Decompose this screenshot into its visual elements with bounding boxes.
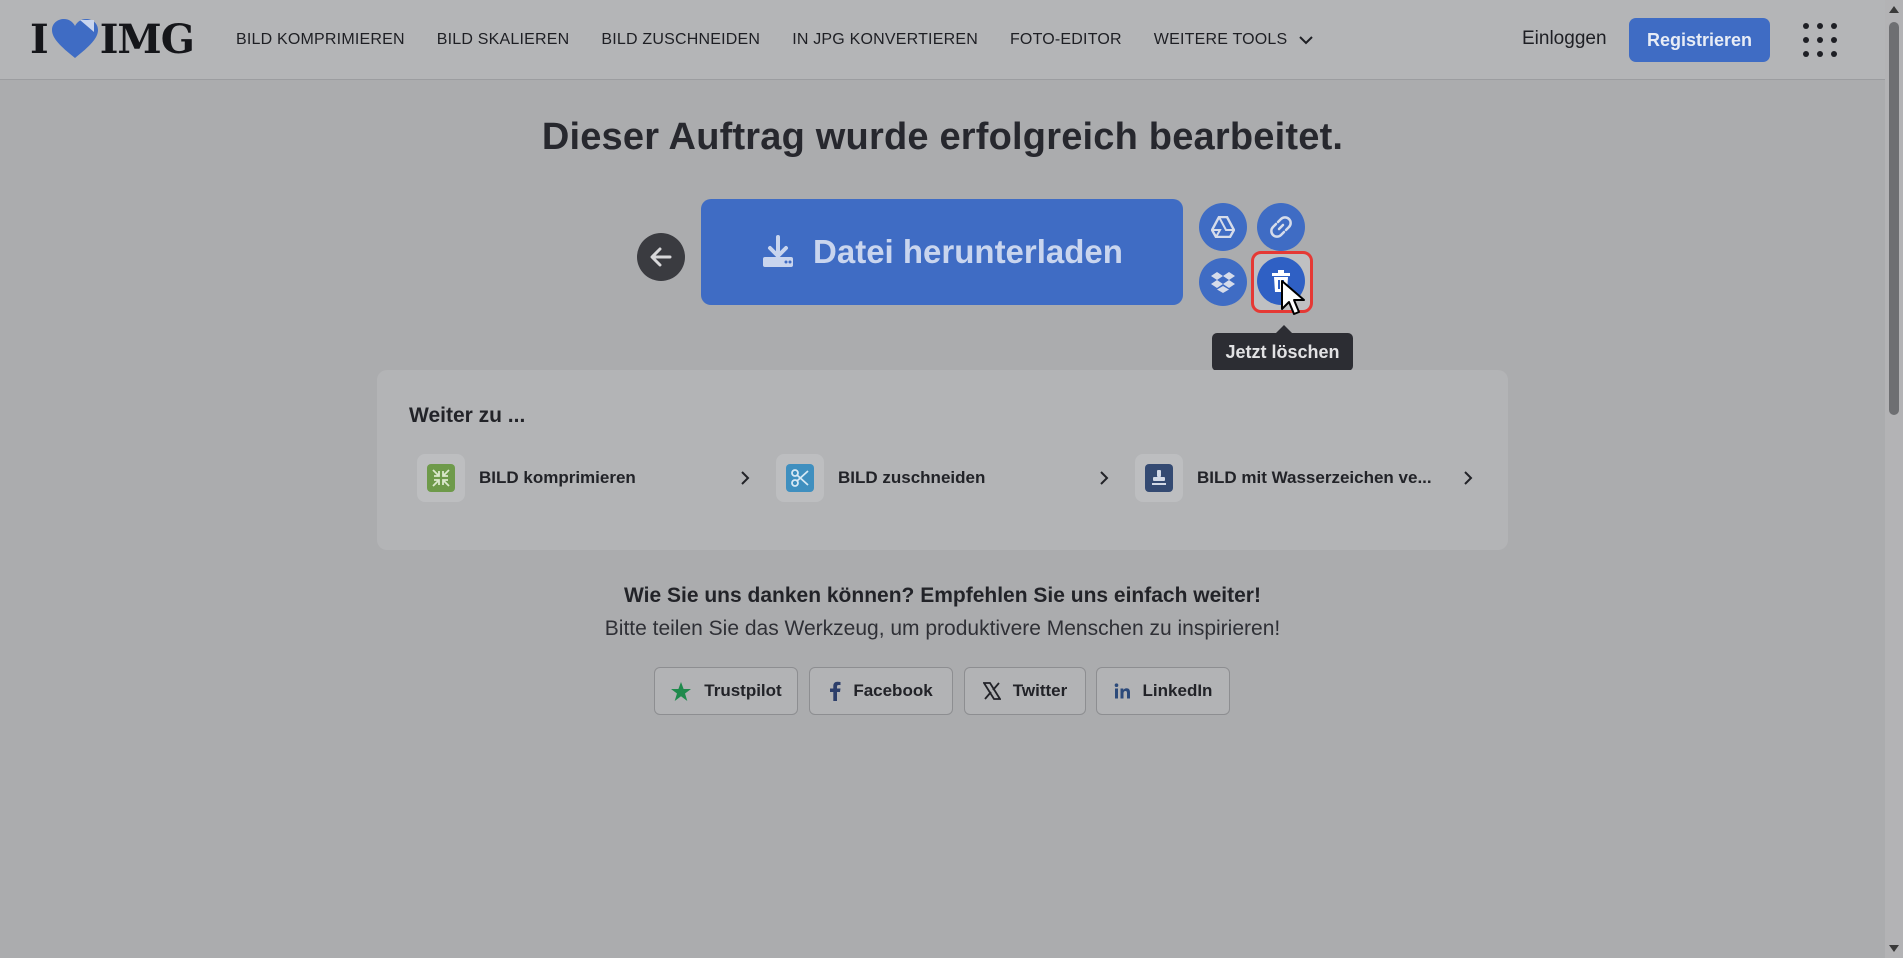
logo-text-img: IMG (99, 15, 195, 63)
trustpilot-button[interactable]: Trustpilot (654, 667, 798, 715)
download-icon (763, 235, 794, 267)
copy-link-button[interactable] (1257, 203, 1305, 251)
nav-more-tools[interactable]: WEITERE TOOLS (1154, 31, 1314, 49)
linkedin-button[interactable]: LinkedIn (1096, 667, 1230, 715)
main-nav: BILD KOMPRIMIEREN BILD SKALIEREN BILD ZU… (236, 0, 1345, 80)
nav-compress[interactable]: BILD KOMPRIMIEREN (236, 31, 405, 49)
nav-convert-jpg[interactable]: IN JPG KONVERTIEREN (792, 31, 978, 49)
heart-icon (51, 19, 98, 58)
apps-grid-icon[interactable] (1803, 23, 1837, 57)
back-button[interactable] (637, 233, 685, 281)
chevron-right-icon (1464, 471, 1473, 485)
continue-item-watermark[interactable]: BILD mit Wasserzeichen ve... (1135, 452, 1473, 504)
share-question: Wie Sie uns danken können? Empfehlen Sie… (624, 584, 1261, 607)
google-drive-icon (1211, 216, 1235, 238)
scroll-down-arrow-icon[interactable] (1889, 945, 1899, 952)
delete-tooltip: Jetzt löschen (1212, 325, 1353, 371)
continue-item-compress[interactable]: BILD komprimieren (417, 452, 750, 504)
mouse-pointer-icon (1281, 280, 1305, 315)
scroll-up-arrow-icon[interactable] (1889, 6, 1899, 13)
dropbox-button[interactable] (1199, 258, 1247, 306)
continue-card: Weiter zu ... BILD komprimieren BILD zus… (377, 370, 1508, 550)
iloveimg-logo[interactable]: I IMG (30, 15, 195, 63)
linkedin-icon (1114, 683, 1130, 699)
continue-item-label: BILD zuschneiden (838, 468, 986, 487)
twitter-button[interactable]: Twitter (964, 667, 1086, 715)
facebook-label: Facebook (853, 681, 933, 700)
register-button[interactable]: Registrieren (1629, 18, 1770, 62)
stamp-icon (1145, 464, 1173, 492)
page-scrollbar[interactable] (1885, 0, 1903, 958)
trustpilot-star-icon (671, 681, 692, 701)
top-header: I IMG BILD KOMPRIMIEREN BILD SKALIEREN B… (0, 0, 1885, 80)
nav-more-tools-label: WEITERE TOOLS (1153, 31, 1288, 48)
download-label: Datei herunterladen (813, 233, 1123, 270)
chevron-down-icon (1299, 35, 1314, 44)
compress-icon (427, 464, 455, 492)
page-title: Dieser Auftrag wurde erfolgreich bearbei… (541, 116, 1344, 158)
scissors-icon (786, 464, 814, 492)
facebook-icon (830, 681, 841, 701)
share-subtitle: Bitte teilen Sie das Werkzeug, um produk… (604, 617, 1281, 640)
x-logo-icon (982, 682, 1001, 700)
continue-item-label: BILD mit Wasserzeichen ve... (1197, 468, 1432, 487)
trustpilot-label: Trustpilot (704, 681, 782, 700)
nav-photo-editor[interactable]: FOTO-EDITOR (1010, 31, 1122, 49)
linkedin-label: LinkedIn (1142, 681, 1213, 700)
google-drive-button[interactable] (1199, 203, 1247, 251)
chevron-right-icon (741, 471, 750, 485)
scroll-thumb[interactable] (1889, 22, 1899, 415)
link-icon (1270, 216, 1292, 238)
continue-item-crop[interactable]: BILD zuschneiden (776, 452, 1109, 504)
chevron-right-icon (1100, 471, 1109, 485)
arrow-left-icon (650, 247, 672, 267)
nav-crop[interactable]: BILD ZUSCHNEIDEN (601, 31, 760, 49)
facebook-button[interactable]: Facebook (809, 667, 953, 715)
twitter-label: Twitter (1012, 681, 1068, 700)
nav-resize[interactable]: BILD SKALIEREN (437, 31, 570, 49)
dropbox-icon (1211, 272, 1235, 293)
logo-text-i: I (30, 15, 49, 63)
continue-item-label: BILD komprimieren (479, 468, 636, 487)
continue-title: Weiter zu ... (409, 404, 526, 427)
login-link[interactable]: Einloggen (1522, 28, 1607, 50)
download-button[interactable]: Datei herunterladen (701, 199, 1183, 305)
